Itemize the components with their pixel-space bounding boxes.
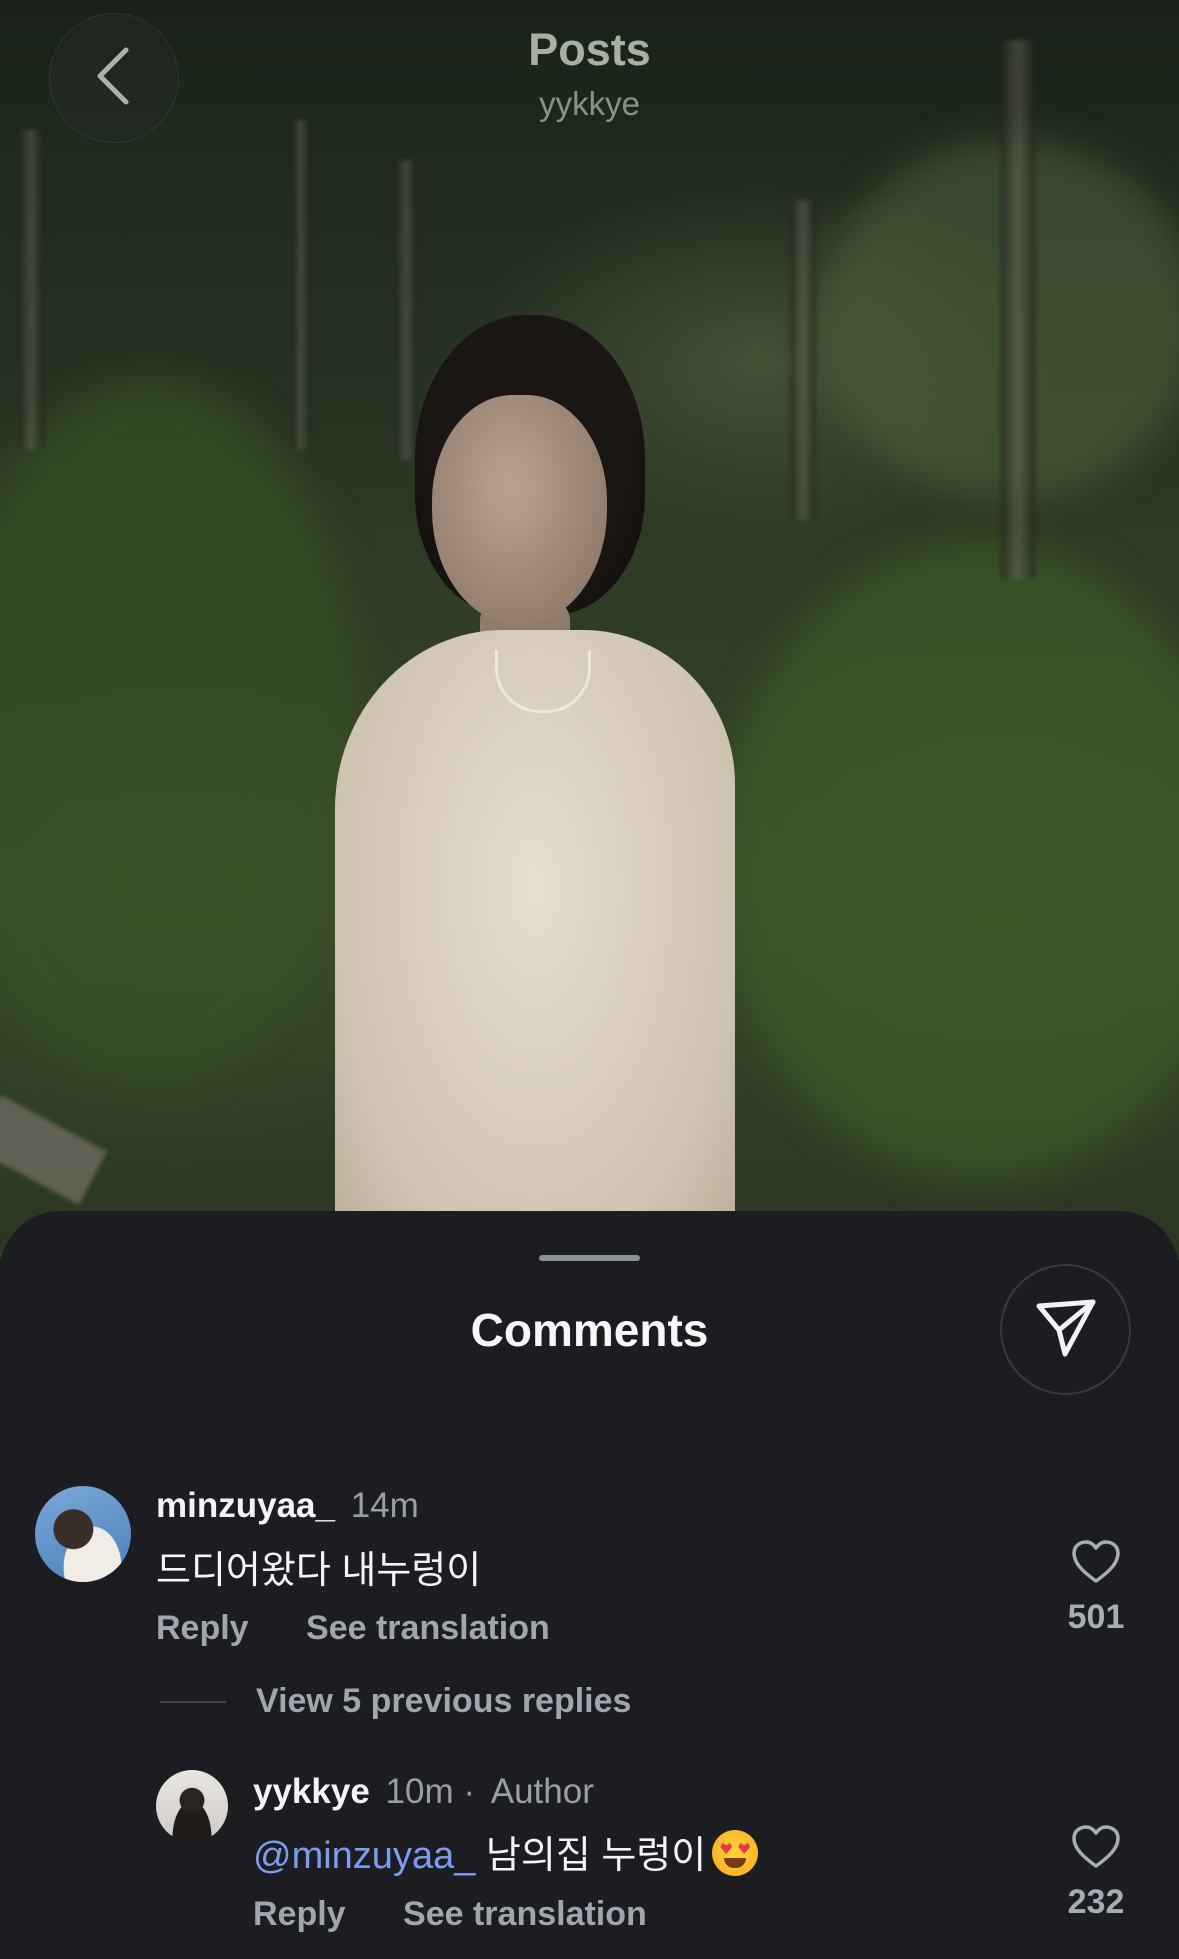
reply-button[interactable]: Reply: [253, 1895, 346, 1933]
page-title: Posts: [528, 24, 651, 75]
share-button[interactable]: [1000, 1264, 1131, 1395]
mention-link[interactable]: @minzuyaa_: [253, 1835, 475, 1877]
like-count: 501: [1067, 1598, 1125, 1636]
like-button[interactable]: 232: [1056, 1824, 1136, 1922]
see-translation-button[interactable]: See translation: [403, 1895, 647, 1933]
avatar[interactable]: [35, 1486, 131, 1582]
heart-icon: [1071, 1825, 1121, 1874]
post-photo: [0, 0, 1179, 1260]
paper-plane-icon: [1033, 1294, 1099, 1365]
sheet-grabber[interactable]: [539, 1255, 640, 1261]
like-button[interactable]: 501: [1056, 1539, 1136, 1637]
comment-username[interactable]: yykkye: [253, 1772, 370, 1811]
view-replies-label: View 5 previous replies: [256, 1682, 632, 1720]
view-previous-replies-button[interactable]: View 5 previous replies: [160, 1682, 631, 1721]
like-count: 232: [1067, 1883, 1125, 1921]
see-translation-button[interactable]: See translation: [306, 1609, 550, 1647]
heart-icon: [1071, 1540, 1121, 1589]
photo-subject: [320, 300, 740, 1260]
avatar[interactable]: [156, 1770, 228, 1842]
author-badge: Author: [490, 1772, 594, 1811]
page-subtitle-username[interactable]: yykkye: [0, 85, 1179, 123]
reply-button[interactable]: Reply: [156, 1609, 249, 1647]
heart-eyes-emoji-icon: [712, 1830, 759, 1876]
comment-username[interactable]: minzuyaa_: [156, 1486, 335, 1525]
comment-time: 10m: [385, 1772, 454, 1811]
comment-time: 14m: [350, 1486, 419, 1525]
comment-text: 남의집 누렁이: [485, 1835, 707, 1877]
meta-separator: ·: [463, 1772, 476, 1811]
comment-text: 드디어왔다 내누렁이: [156, 1550, 482, 1592]
divider-line: [160, 1700, 226, 1703]
